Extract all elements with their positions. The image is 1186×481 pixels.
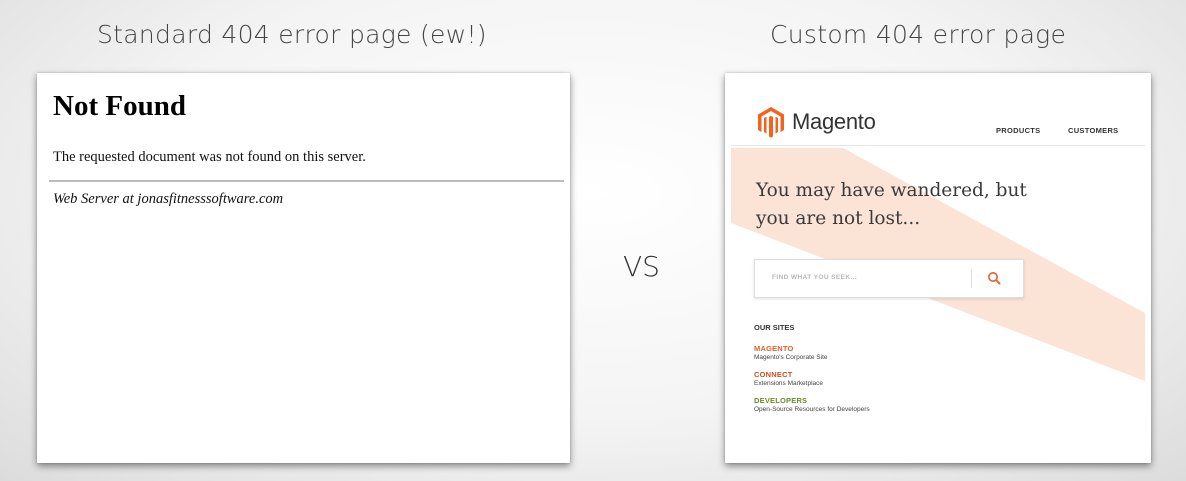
- divider: [49, 180, 564, 182]
- site-link-magento[interactable]: MAGENTO: [754, 344, 870, 353]
- not-found-title: Not Found: [53, 90, 186, 122]
- site-desc-magento: Magento's Corporate Site: [754, 354, 828, 361]
- search-input[interactable]: FIND WHAT YOU SEEK...: [772, 274, 857, 281]
- our-sites: OUR SITES MAGENTO Magento's Corporate Si…: [754, 323, 870, 422]
- magento-logo-icon: [758, 107, 784, 138]
- site-desc-connect: Extensions Marketplace: [754, 380, 824, 387]
- nav-customers[interactable]: CUSTOMERS: [1068, 126, 1118, 135]
- vs-label: VS: [623, 250, 660, 283]
- magento-logo[interactable]: Magento: [756, 106, 876, 138]
- search-box[interactable]: FIND WHAT YOU SEEK...: [754, 259, 1024, 298]
- nav-products[interactable]: PRODUCTS: [996, 126, 1041, 135]
- custom-404-heading: Custom 404 error page: [770, 20, 1067, 49]
- standard-404-heading: Standard 404 error page (ew!): [97, 20, 487, 49]
- our-sites-title: OUR SITES: [754, 323, 795, 332]
- header-divider: [731, 145, 1145, 146]
- custom-404-screenshot: Magento PRODUCTS CUSTOMERS You may have …: [725, 73, 1151, 463]
- search-icon[interactable]: [987, 271, 1001, 285]
- site-desc-developers: Open-Source Resources for Developers: [754, 406, 870, 413]
- search-separator: [971, 269, 972, 288]
- site-link-developers[interactable]: DEVELOPERS: [754, 396, 870, 405]
- site-link-connect[interactable]: CONNECT: [754, 370, 870, 379]
- not-found-message: The requested document was not found on …: [53, 149, 366, 165]
- server-signature: Web Server at jonasfitnesssoftware.com: [53, 191, 284, 207]
- logo-text: Magento: [792, 109, 876, 134]
- hero-text: You may have wandered, but you are not l…: [756, 180, 1027, 229]
- standard-404-screenshot: Not Found The requested document was not…: [37, 73, 570, 463]
